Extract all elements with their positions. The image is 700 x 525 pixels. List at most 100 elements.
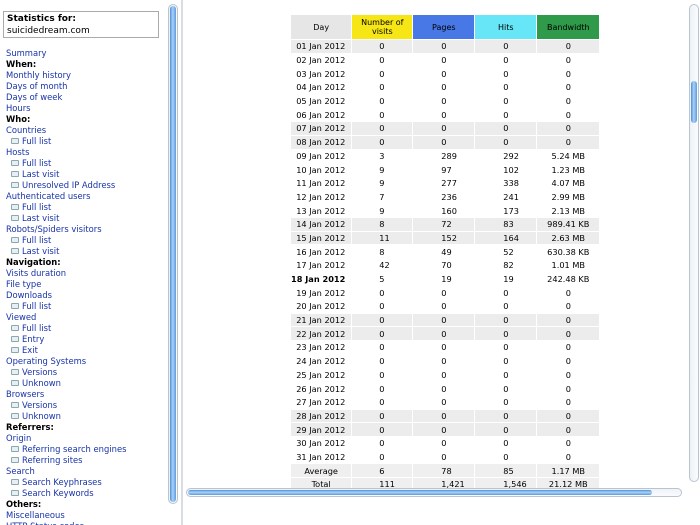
menu-subitem[interactable]: Search Keyphrases <box>6 477 166 488</box>
menu-link[interactable]: Downloads <box>6 290 166 301</box>
cell-day: 30 Jan 2012 <box>296 438 346 449</box>
cell-day: 17 Jan 2012 <box>296 260 346 271</box>
menu-section-heading: Others: <box>6 499 166 510</box>
cell-hits: 0 <box>475 409 537 423</box>
cell-day: 26 Jan 2012 <box>296 383 346 394</box>
header-pages: Pages <box>413 15 475 39</box>
menu-link[interactable]: Monthly history <box>6 70 166 81</box>
table-row: 24 Jan 2012 0 0 0 0 <box>291 355 599 368</box>
horizontal-scroll-thumb[interactable] <box>188 490 652 495</box>
menu-section-heading: When: <box>6 59 166 70</box>
cell-day: 01 Jan 2012 <box>291 40 352 53</box>
menu-link[interactable]: HTTP Status codes <box>6 521 166 525</box>
cell-day: 13 Jan 2012 <box>296 205 346 216</box>
menu-link[interactable]: Origin <box>6 433 166 444</box>
page-icon <box>11 215 19 221</box>
menu-link[interactable]: Search <box>6 466 166 477</box>
menu-subitem[interactable]: Last visit <box>6 169 166 180</box>
main-frame-scroll-thumb[interactable] <box>691 81 697 123</box>
cell-pages: 289 <box>441 150 457 161</box>
menu-link[interactable]: Countries <box>6 125 166 136</box>
cell-pages: 0 <box>413 313 475 327</box>
cell-hits: 164 <box>475 231 537 245</box>
menu-subitem[interactable]: Versions <box>6 400 166 411</box>
menu-link[interactable]: Hosts <box>6 147 166 158</box>
cell-bandwidth: 0 <box>565 96 571 107</box>
table-row: 29 Jan 2012 0 0 0 0 <box>291 423 600 436</box>
menu-link[interactable]: Visits duration <box>6 268 166 279</box>
page-icon <box>11 325 19 331</box>
cell-visits: 0 <box>379 369 385 380</box>
header-hits: Hits <box>475 15 537 39</box>
menu-subitem[interactable]: Full list <box>6 158 166 169</box>
menu-subitem[interactable]: Unknown <box>6 378 166 389</box>
menu-item-label: Authenticated users <box>6 191 91 201</box>
menu-link[interactable]: Operating Systems <box>6 356 166 367</box>
menu-link[interactable]: Browsers <box>6 389 166 400</box>
main-frame-scrollbar[interactable] <box>689 4 699 482</box>
menu-link[interactable]: Hours <box>6 103 166 114</box>
menu-subitem[interactable]: Full list <box>6 136 166 147</box>
menu-subitem[interactable]: Full list <box>6 323 166 334</box>
cell-bandwidth: 2.99 MB <box>551 191 586 202</box>
cell-pages: 0 <box>441 451 447 462</box>
menu-subitem[interactable]: Unknown <box>6 411 166 422</box>
menu-link[interactable]: Authenticated users <box>6 191 166 202</box>
menu-link[interactable]: Days of week <box>6 92 166 103</box>
menu-link[interactable]: Miscellaneous <box>6 510 166 521</box>
cell-hits: 19 <box>503 274 514 285</box>
menu-subitem[interactable]: Full list <box>6 235 166 246</box>
cell-visits: 7 <box>379 191 385 202</box>
menu-item-label: HTTP Status codes <box>6 521 84 525</box>
menu-subitem[interactable]: Full list <box>6 301 166 312</box>
menu-item-label: Referring sites <box>22 455 83 465</box>
menu-item-label: Last visit <box>22 246 60 256</box>
menu-item-label: Visits duration <box>6 268 67 278</box>
cell-pages: 0 <box>441 55 447 66</box>
cell-bandwidth: 0 <box>565 438 571 449</box>
left-frame-scroll-thumb[interactable] <box>170 6 176 502</box>
cell-bandwidth: 0 <box>537 423 600 436</box>
menu-item-label: Search Keywords <box>22 488 94 498</box>
menu-link[interactable]: Summary <box>6 48 166 59</box>
menu-link[interactable]: Days of month <box>6 81 166 92</box>
menu-subitem[interactable]: Versions <box>6 367 166 378</box>
table-row: 23 Jan 2012 0 0 0 0 <box>291 341 599 354</box>
menu-item-label: Full list <box>22 235 52 245</box>
cell-day: 18 Jan 2012 <box>291 274 346 285</box>
menu-subitem[interactable]: Entry <box>6 334 166 345</box>
daily-stats-table: Day Number of visits Pages Hits Bandwidt… <box>290 14 600 488</box>
table-row: 21 Jan 2012 0 0 0 0 <box>291 313 600 327</box>
menu-subitem[interactable]: Last visit <box>6 246 166 257</box>
cell-pages: 0 <box>441 82 447 93</box>
cell-hits: 83 <box>475 217 537 231</box>
cell-pages: 236 <box>441 191 457 202</box>
table-row: 06 Jan 2012 0 0 0 0 <box>291 108 599 121</box>
left-frame-scrollbar[interactable] <box>168 4 178 504</box>
cell-day: 07 Jan 2012 <box>291 122 352 135</box>
cell-hits: 0 <box>503 451 509 462</box>
cell-hits: 241 <box>503 191 519 202</box>
cell-hits: 0 <box>475 135 537 149</box>
cell-hits: 0 <box>503 301 509 312</box>
menu-link[interactable]: Robots/Spiders visitors <box>6 224 166 235</box>
table-row: 13 Jan 2012 9 160 173 2.13 MB <box>291 204 599 217</box>
table-row: 17 Jan 2012 42 70 82 1.01 MB <box>291 259 599 272</box>
menu-item-label: Who: <box>6 114 31 124</box>
cell-day: 20 Jan 2012 <box>296 301 346 312</box>
cell-pages: 152 <box>413 231 475 245</box>
menu-subitem[interactable]: Exit <box>6 345 166 356</box>
menu-item-label: Summary <box>6 48 47 58</box>
menu-subitem[interactable]: Referring search engines <box>6 444 166 455</box>
cell-visits: 9 <box>379 205 385 216</box>
menu-subitem[interactable]: Referring sites <box>6 455 166 466</box>
menu-link[interactable]: File type <box>6 279 166 290</box>
menu-subitem[interactable]: Search Keywords <box>6 488 166 499</box>
cell-hits: 0 <box>503 109 509 120</box>
menu-link[interactable]: Viewed <box>6 312 166 323</box>
header-visits-line1: Number of <box>361 18 404 27</box>
menu-subitem[interactable]: Full list <box>6 202 166 213</box>
horizontal-scrollbar[interactable] <box>186 488 682 497</box>
menu-subitem[interactable]: Last visit <box>6 213 166 224</box>
menu-subitem[interactable]: Unresolved IP Address <box>6 180 166 191</box>
